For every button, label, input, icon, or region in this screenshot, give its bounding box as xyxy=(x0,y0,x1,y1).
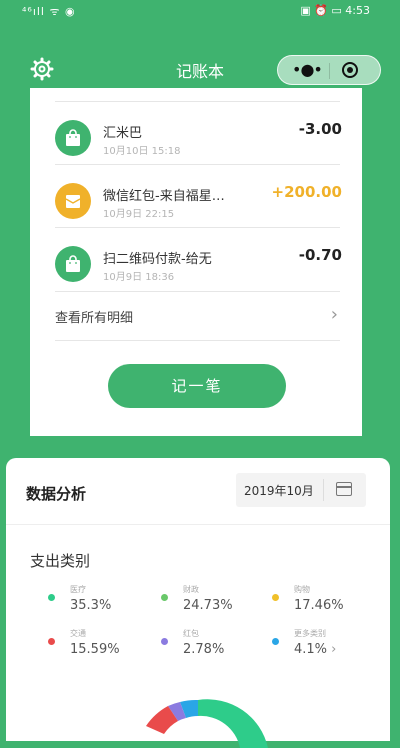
transaction-time: 10月9日 22:15 xyxy=(103,209,175,220)
legend-dot xyxy=(161,638,168,645)
category-percent: 15.59% xyxy=(70,642,120,657)
capsule-divider xyxy=(329,63,330,79)
category-name: 医疗 xyxy=(70,585,86,594)
legend-dot xyxy=(48,594,55,601)
legend-dot xyxy=(161,594,168,601)
category-name: 交通 xyxy=(70,629,86,638)
legend-dot xyxy=(272,638,279,645)
record-entry-button[interactable]: 记一笔 xyxy=(108,364,286,408)
nav-bar: 记账本 •●• xyxy=(0,52,400,88)
category-percent: 24.73% xyxy=(183,598,233,613)
category-legend-item: 医疗 35.3% xyxy=(48,584,158,624)
category-legend-item: 购物 17.46% xyxy=(272,584,382,624)
chevron-right-icon: › xyxy=(330,304,338,325)
shopping-bag-icon xyxy=(55,246,91,282)
transaction-amount: -3.00 xyxy=(298,120,342,138)
transaction-row[interactable]: 扫二维码付款-给无 10月9日 18:36 -0.70 xyxy=(55,227,342,290)
transaction-amount: -0.70 xyxy=(298,246,342,264)
transactions-card: 汇米巴 10月10日 15:18 -3.00 微信红包-来自福星… 10月9日 … xyxy=(30,88,362,436)
selected-month: 2019年10月 xyxy=(244,484,314,498)
category-name: 更多类别 xyxy=(294,629,326,638)
legend-dot xyxy=(48,638,55,645)
analysis-title: 数据分析 xyxy=(26,485,87,503)
calendar-icon[interactable] xyxy=(336,482,352,496)
close-miniprogram-icon[interactable] xyxy=(342,62,358,78)
clock-battery-indicators: ▣ ⏰ ▭ 4:53 xyxy=(300,4,370,17)
transaction-name: 微信红包-来自福星… xyxy=(103,189,225,204)
signal-wifi-indicators: ⁴⁶ıll ᯤ ◉ xyxy=(22,5,76,18)
category-name: 财政 xyxy=(183,585,199,594)
red-envelope-icon xyxy=(55,183,91,219)
category-name: 红包 xyxy=(183,629,199,638)
view-all-label: 查看所有明细 xyxy=(55,311,134,326)
category-percent: 2.78% xyxy=(183,642,225,657)
data-analysis-panel: 数据分析 2019年10月 支出类别 医疗 35.3% 财政 24.73% 购物… xyxy=(6,458,390,748)
category-section-title: 支出类别 xyxy=(30,552,91,570)
transaction-name: 扫二维码付款-给无 xyxy=(103,252,212,267)
status-bar: ⁴⁶ıll ᯤ ◉ ▣ ⏰ ▭ 4:53 xyxy=(0,0,400,22)
transaction-row[interactable]: 微信红包-来自福星… 10月9日 22:15 +200.00 xyxy=(55,164,342,227)
category-percent: 17.46% xyxy=(294,598,344,613)
more-options-icon[interactable]: •●• xyxy=(292,62,323,78)
category-percent: 4.1% › xyxy=(294,642,337,657)
month-picker-divider xyxy=(323,479,324,501)
more-categories-link[interactable]: 更多类别 4.1% › xyxy=(272,628,382,668)
transaction-amount: +200.00 xyxy=(271,183,342,201)
category-legend-item: 财政 24.73% xyxy=(161,584,271,624)
category-name: 购物 xyxy=(294,585,310,594)
legend-dot xyxy=(272,594,279,601)
transaction-name: 汇米巴 xyxy=(103,126,143,141)
transaction-row[interactable]: 汇米巴 10月10日 15:18 -3.00 xyxy=(55,101,342,164)
transaction-time: 10月9日 18:36 xyxy=(103,272,175,283)
shopping-bag-icon xyxy=(55,120,91,156)
transaction-time: 10月10日 15:18 xyxy=(103,146,181,157)
category-legend-item: 交通 15.59% xyxy=(48,628,158,668)
category-percent: 35.3% xyxy=(70,598,112,613)
chevron-right-icon: › xyxy=(331,642,337,657)
category-legend-item: 红包 2.78% xyxy=(161,628,271,668)
mini-program-capsule: •●• xyxy=(277,55,381,85)
month-picker[interactable]: 2019年10月 xyxy=(236,473,366,507)
view-all-details-link[interactable]: 查看所有明细 › xyxy=(55,291,340,341)
analysis-header: 数据分析 2019年10月 xyxy=(6,458,390,525)
